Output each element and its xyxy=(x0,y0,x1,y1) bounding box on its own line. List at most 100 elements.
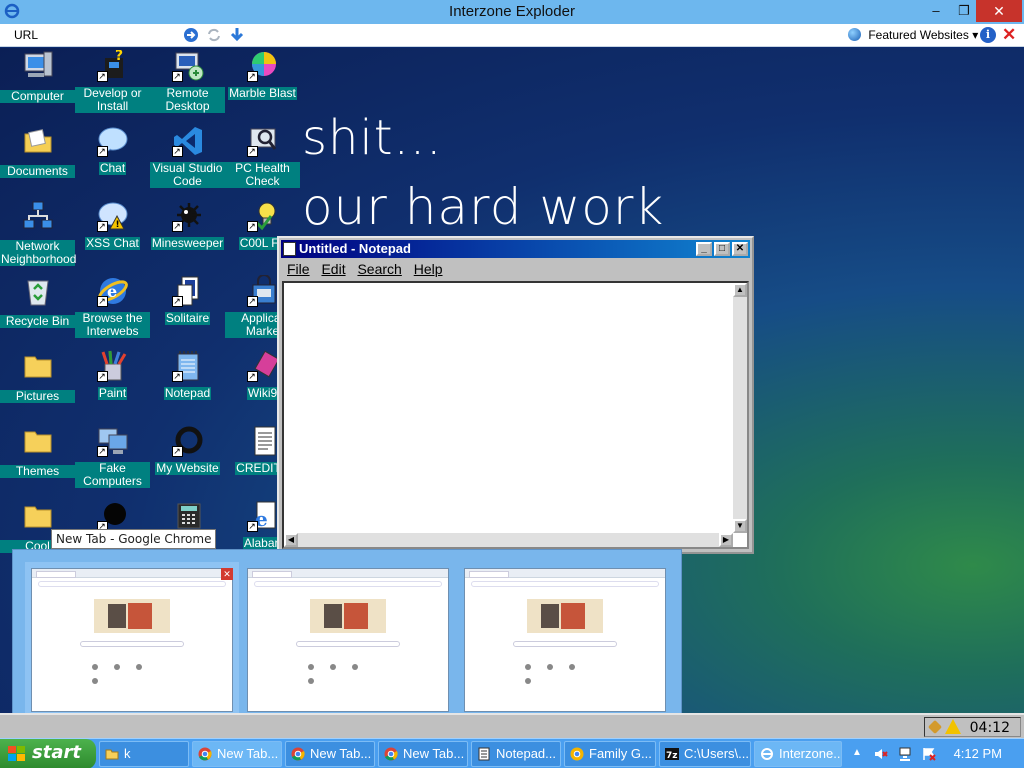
desktop-icon-pictures[interactable]: Pictures xyxy=(0,350,75,403)
shortcut-arrow-icon: ↗ xyxy=(171,221,183,232)
desktop-icon-solitaire[interactable]: ↗ Solitaire xyxy=(150,275,225,325)
taskbar-button-interzone[interactable]: Interzone... xyxy=(754,741,842,767)
download-icon[interactable] xyxy=(229,27,245,43)
desktop-icon-documents[interactable]: Documents xyxy=(0,125,75,178)
notepad-window[interactable]: Untitled - Notepad _ □ ✕ File Edit Searc… xyxy=(277,236,754,554)
network-icon xyxy=(23,201,52,229)
desktop-icon-themes[interactable]: Themes xyxy=(0,425,75,478)
show-hidden-icons-icon[interactable]: ▲ xyxy=(852,747,866,761)
network-icon[interactable] xyxy=(898,747,912,761)
desktop-icon-computer[interactable]: Computer xyxy=(0,50,75,103)
chrome-icon xyxy=(384,747,398,761)
desktop-icon-recycle-bin[interactable]: Recycle Bin xyxy=(0,275,75,328)
action-center-flag-icon[interactable] xyxy=(922,747,936,761)
desktop-icon-network-neighborhood[interactable]: Network Neighborhood xyxy=(0,200,76,266)
desktop-icon-label: Visual Studio Code xyxy=(150,162,225,188)
task-label: Notepad... xyxy=(496,746,556,761)
key-icon[interactable] xyxy=(927,719,943,735)
notepad-text-area[interactable]: ▲ ▼ ◀ ▶ xyxy=(282,281,749,549)
desktop-icon-hidden-2[interactable]: ↗ xyxy=(75,500,150,532)
desktop-icon-label: Wiki9 xyxy=(246,386,279,400)
chrome-shield-icon xyxy=(570,747,584,761)
desktop-icon-label: Notepad xyxy=(163,386,212,400)
documents-folder-icon xyxy=(24,129,51,153)
taskbar-button-family-safety[interactable]: Family G... xyxy=(564,741,656,767)
thumbnail-close-icon[interactable]: ✕ xyxy=(221,568,233,580)
desktop-icon-pc-health-check[interactable]: ↗ PC Health Check xyxy=(225,125,300,188)
menu-help[interactable]: Help xyxy=(414,261,443,277)
desktop-icon-label: Pictures xyxy=(0,390,75,403)
desktop-icon-visual-studio-code[interactable]: ↗ Visual Studio Code xyxy=(150,125,225,188)
taskbar-button-chrome-3[interactable]: New Tab... xyxy=(378,741,468,767)
info-icon[interactable]: i xyxy=(980,27,996,43)
go-forward-icon[interactable] xyxy=(183,27,199,43)
system-tray: ▲ 4:12 PM xyxy=(846,739,1024,768)
desktop-icon-xss-chat[interactable]: ! ↗ XSS Chat xyxy=(75,200,150,250)
desktop-icon-develop-or-install[interactable]: ? ↗ Develop or Install xyxy=(75,48,150,113)
google-doodle-icon xyxy=(310,599,386,633)
desktop-icon-partial[interactable]: P xyxy=(0,608,10,622)
shortcut-arrow-icon: ↗ xyxy=(246,71,258,82)
task-label: Family G... xyxy=(589,746,652,761)
horizontal-scrollbar[interactable]: ◀ ▶ xyxy=(284,533,733,547)
taskbar-thumbnail-flyout: ✕ xyxy=(12,549,682,729)
task-label: Interzone... xyxy=(779,746,842,761)
taskbar-button-chrome-1[interactable]: New Tab... xyxy=(192,741,282,767)
volume-muted-icon[interactable] xyxy=(874,747,888,761)
desktop-icon-label: Paint xyxy=(97,386,128,400)
window-thumbnail[interactable] xyxy=(247,568,449,712)
shortcut-arrow-icon: ↗ xyxy=(171,146,183,157)
featured-websites-dropdown[interactable]: Featured Websites ▾ xyxy=(848,28,978,42)
warning-icon[interactable] xyxy=(945,719,961,734)
folder-icon xyxy=(24,431,51,453)
minimize-button[interactable]: – xyxy=(922,0,950,22)
desktop-icon-notepad[interactable]: ↗ Notepad xyxy=(150,350,225,400)
scroll-right-arrow-icon[interactable]: ▶ xyxy=(719,533,733,547)
menu-file[interactable]: File xyxy=(287,261,310,277)
scroll-left-arrow-icon[interactable]: ◀ xyxy=(284,533,298,547)
scroll-down-arrow-icon[interactable]: ▼ xyxy=(733,519,747,533)
desktop-icon-label: Recycle Bin xyxy=(0,315,75,328)
window-thumbnail[interactable]: ✕ xyxy=(25,562,239,718)
notepad-title-bar[interactable]: Untitled - Notepad _ □ ✕ xyxy=(281,240,750,258)
calculator-icon xyxy=(177,503,200,529)
recycle-bin-icon xyxy=(26,280,49,306)
taskbar-button-chrome-2[interactable]: New Tab... xyxy=(285,741,375,767)
taskbar-button-folder[interactable]: k xyxy=(99,741,189,767)
vertical-scrollbar[interactable]: ▲ ▼ xyxy=(733,283,747,533)
desktop-icon-chat[interactable]: ↗ Chat xyxy=(75,125,150,175)
task-label: New Tab... xyxy=(403,746,465,761)
notepad-minimize-button[interactable]: _ xyxy=(696,242,712,256)
ie-icon xyxy=(761,748,773,760)
shortcut-arrow-icon: ↗ xyxy=(246,521,258,532)
menu-edit[interactable]: Edit xyxy=(321,261,345,277)
taskbar-button-7zip[interactable]: 7z C:\Users\... xyxy=(659,741,751,767)
taskbar-button-notepad[interactable]: Notepad... xyxy=(471,741,561,767)
close-button[interactable]: ✕ xyxy=(976,0,1022,22)
notepad-maximize-button[interactable]: □ xyxy=(714,242,730,256)
desktop-icon-fake-computers[interactable]: ↗ Fake Computers xyxy=(75,425,150,488)
desktop-icon-label: Solitaire xyxy=(164,311,211,325)
7zip-icon: 7z xyxy=(665,748,679,761)
notepad-close-button[interactable]: ✕ xyxy=(732,242,748,256)
desktop-icon-remote-desktop[interactable]: ↗ Remote Desktop xyxy=(150,50,225,113)
task-label: New Tab... xyxy=(217,746,279,761)
desktop-icon-minesweeper[interactable]: ↗ Minesweeper xyxy=(150,200,225,250)
scroll-up-arrow-icon[interactable]: ▲ xyxy=(733,283,747,297)
url-input[interactable]: URL xyxy=(14,28,38,42)
desktop-icon-paint[interactable]: ↗ Paint xyxy=(75,350,150,400)
desktop-icon-label: XSS Chat xyxy=(85,236,140,250)
start-button[interactable]: start xyxy=(0,739,96,768)
menu-search[interactable]: Search xyxy=(357,261,401,277)
desktop-icon-browse-the-interwebs[interactable]: e ↗ Browse the Interwebs xyxy=(75,275,150,338)
chrome-icon xyxy=(291,747,305,761)
desktop-icon-my-website[interactable]: ↗ My Website xyxy=(150,425,225,475)
refresh-icon[interactable] xyxy=(206,27,222,43)
maximize-button[interactable]: ❐ xyxy=(950,0,978,22)
stop-icon[interactable]: ✕ xyxy=(1002,25,1016,45)
desktop-icon-label: Documents xyxy=(0,165,75,178)
featured-websites-label: Featured Websites xyxy=(868,28,969,42)
window-thumbnail[interactable] xyxy=(464,568,666,712)
shortcut-arrow-icon: ↗ xyxy=(96,221,108,232)
desktop-icon-marble-blast[interactable]: ↗ Marble Blast xyxy=(225,50,300,100)
